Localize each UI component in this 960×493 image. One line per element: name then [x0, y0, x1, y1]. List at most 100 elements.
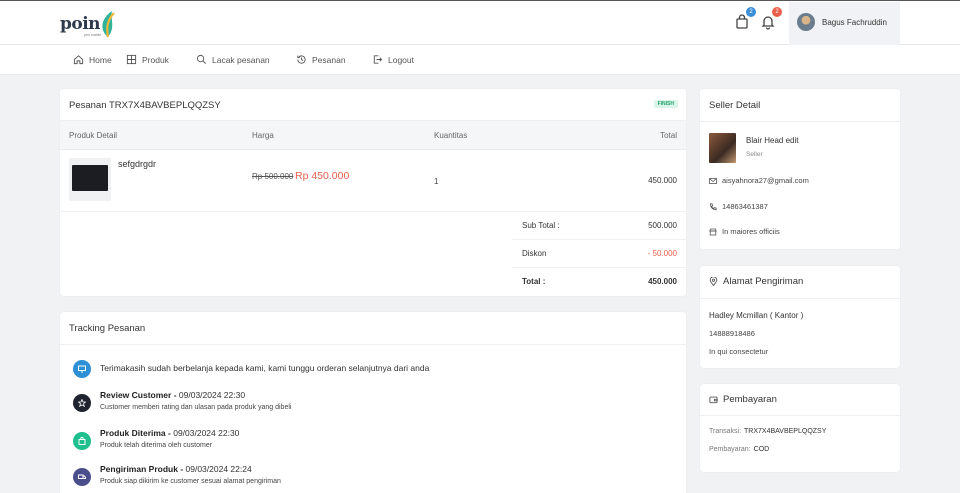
- column-produk-detail: Produk Detail: [69, 131, 118, 140]
- product-quantity: 1: [434, 177, 439, 186]
- payment-divider: [700, 415, 900, 416]
- order-title: Pesanan TRX7X4BAVBEPLQQZSY: [69, 100, 221, 111]
- payment-card: Pembayaran Transaksi: TRX7X4BAVBEPLQQZSY …: [700, 384, 900, 472]
- tracking-step-desc: Produk telah diterima oleh customer: [100, 442, 213, 449]
- recipient-phone: 14888918486: [709, 329, 755, 338]
- bell-icon: [761, 16, 775, 30]
- seller-store: In maiores officiis: [709, 227, 780, 236]
- tracking-separator: -: [177, 464, 186, 474]
- address-header: Alamat Pengiriman: [709, 276, 803, 287]
- notification-button[interactable]: 2: [760, 7, 782, 30]
- seller-name[interactable]: Blair Head edit: [746, 136, 798, 145]
- tracking-step-date: 09/03/2024 22:30: [173, 428, 240, 438]
- nav-produk-label: Produk: [142, 54, 169, 65]
- seller-card: Seller Detail Blair Head edit Seller ais…: [700, 89, 900, 249]
- user-menu[interactable]: Bagus Fachruddin: [789, 2, 900, 45]
- discount-label: Diskon: [522, 249, 547, 258]
- seller-phone-text: 14863461387: [722, 202, 768, 211]
- tracking-divider: [60, 344, 686, 345]
- nav-lacak-label: Lacak pesanan: [212, 54, 270, 65]
- subtotal-label: Sub Total :: [522, 221, 560, 230]
- row-total: 450.000: [648, 176, 677, 185]
- column-total: Total: [660, 131, 677, 140]
- brand-logo[interactable]: poin pen mobile: [60, 7, 122, 41]
- bag-icon: [73, 432, 91, 450]
- nav-pesanan[interactable]: Pesanan: [296, 54, 346, 65]
- cart-button[interactable]: 2: [734, 7, 756, 30]
- nav-lacak-pesanan[interactable]: Lacak pesanan: [196, 54, 270, 65]
- product-thumbnail[interactable]: [69, 158, 111, 201]
- status-badge: FINISH: [653, 100, 678, 108]
- store-icon: [709, 228, 717, 235]
- payment-method-row: Pembayaran: COD: [709, 446, 769, 453]
- total-value: 450.000: [648, 277, 677, 286]
- seller-email: aisyahnora27@gmail.com: [709, 176, 809, 185]
- nav-produk[interactable]: Produk: [126, 54, 169, 65]
- column-harga: Harga: [252, 131, 274, 140]
- tracking-title: Tracking Pesanan: [69, 323, 146, 334]
- tracking-step-desc: Customer memberi rating dan ulasan pada …: [100, 404, 292, 411]
- address-divider: [700, 298, 900, 299]
- address-title: Alamat Pengiriman: [723, 276, 804, 287]
- history-icon: [297, 55, 306, 64]
- subtotal-value: 500.000: [648, 221, 677, 230]
- payment-header: Pembayaran: [709, 394, 777, 405]
- tracking-separator: -: [171, 390, 179, 400]
- truck-icon: [73, 468, 91, 486]
- mail-icon: [709, 177, 717, 184]
- seller-title: Seller Detail: [709, 100, 761, 111]
- logout-icon: [373, 55, 383, 64]
- map-pin-icon: [709, 277, 718, 286]
- product-name[interactable]: sefgdrgdr: [118, 159, 156, 169]
- table-header: Produk Detail Harga Kuantitas Total: [60, 121, 686, 150]
- address-card: Alamat Pengiriman Hadley Mcmillan ( Kant…: [700, 266, 900, 368]
- summary-divider: [512, 239, 686, 240]
- shopping-bag-icon: [736, 14, 748, 29]
- star-icon: [73, 394, 91, 412]
- tracking-step-title: Produk Diterima - 09/03/2024 22:30: [100, 428, 239, 438]
- table-row: sefgdrgdr Rp 500.000 Rp 450.000 1 450.00…: [60, 150, 686, 301]
- wallet-icon: [709, 396, 718, 404]
- seller-email-text: aisyahnora27@gmail.com: [722, 176, 809, 185]
- tracking-card: Tracking Pesanan Terimakasih sudah berbe…: [60, 312, 686, 493]
- notification-count-badge: 2: [772, 7, 782, 17]
- main-nav: Home Produk Lacak pesanan Pesanan Logout: [0, 45, 960, 75]
- tracking-step-name: Produk Diterima: [100, 428, 166, 438]
- nav-logout[interactable]: Logout: [372, 54, 414, 65]
- search-icon: [196, 54, 206, 64]
- nav-logout-label: Logout: [388, 54, 414, 65]
- monitor-icon: [73, 360, 91, 378]
- nav-home[interactable]: Home: [73, 54, 112, 65]
- seller-phone: 14863461387: [709, 202, 768, 211]
- logo-text: poin: [60, 14, 101, 34]
- tracking-step-title: Terimakasih sudah berbelanja kepada kami…: [100, 363, 430, 373]
- tracking-step-title: Pengiriman Produk - 09/03/2024 22:24: [100, 464, 252, 474]
- top-bar: poin pen mobile 2 2 Bagus Fachruddin: [0, 0, 960, 45]
- transaction-label: Transaksi:: [709, 428, 742, 435]
- phone-icon: [710, 202, 717, 210]
- tracking-step-name: Pengiriman Produk: [100, 464, 178, 474]
- order-card: Pesanan TRX7X4BAVBEPLQQZSY FINISH Produk…: [60, 89, 686, 296]
- payment-method-label: Pembayaran:: [709, 446, 751, 453]
- avatar: [797, 13, 815, 31]
- total-label: Total :: [522, 277, 546, 286]
- seller-avatar: [709, 133, 736, 163]
- cart-count-badge: 2: [746, 7, 756, 17]
- column-kuantitas: Kuantitas: [434, 131, 468, 140]
- username: Bagus Fachruddin: [822, 18, 887, 27]
- tracking-step-desc: Produk siap dikirim ke customer sesuai a…: [100, 478, 281, 485]
- grid-icon: [126, 54, 137, 65]
- payment-method-value: COD: [753, 446, 770, 453]
- tracking-step-date: 09/03/2024 22:24: [185, 464, 252, 474]
- product-image: [72, 165, 108, 191]
- summary-divider: [512, 267, 686, 268]
- recipient-name: Hadley Mcmillan ( Kantor ): [709, 311, 804, 320]
- order-header: Pesanan TRX7X4BAVBEPLQQZSY FINISH: [60, 89, 686, 121]
- tracking-step-date: 09/03/2024 22:30: [178, 390, 246, 400]
- transaction-value: TRX7X4BAVBEPLQQZSY: [744, 428, 827, 435]
- seller-role: Seller: [746, 151, 763, 158]
- transaction-row: Transaksi: TRX7X4BAVBEPLQQZSY: [709, 428, 826, 435]
- recipient-address: In qui consectetur: [709, 347, 769, 356]
- seller-store-text: In maiores officiis: [722, 227, 780, 236]
- discount-value: - 50.000: [647, 249, 677, 258]
